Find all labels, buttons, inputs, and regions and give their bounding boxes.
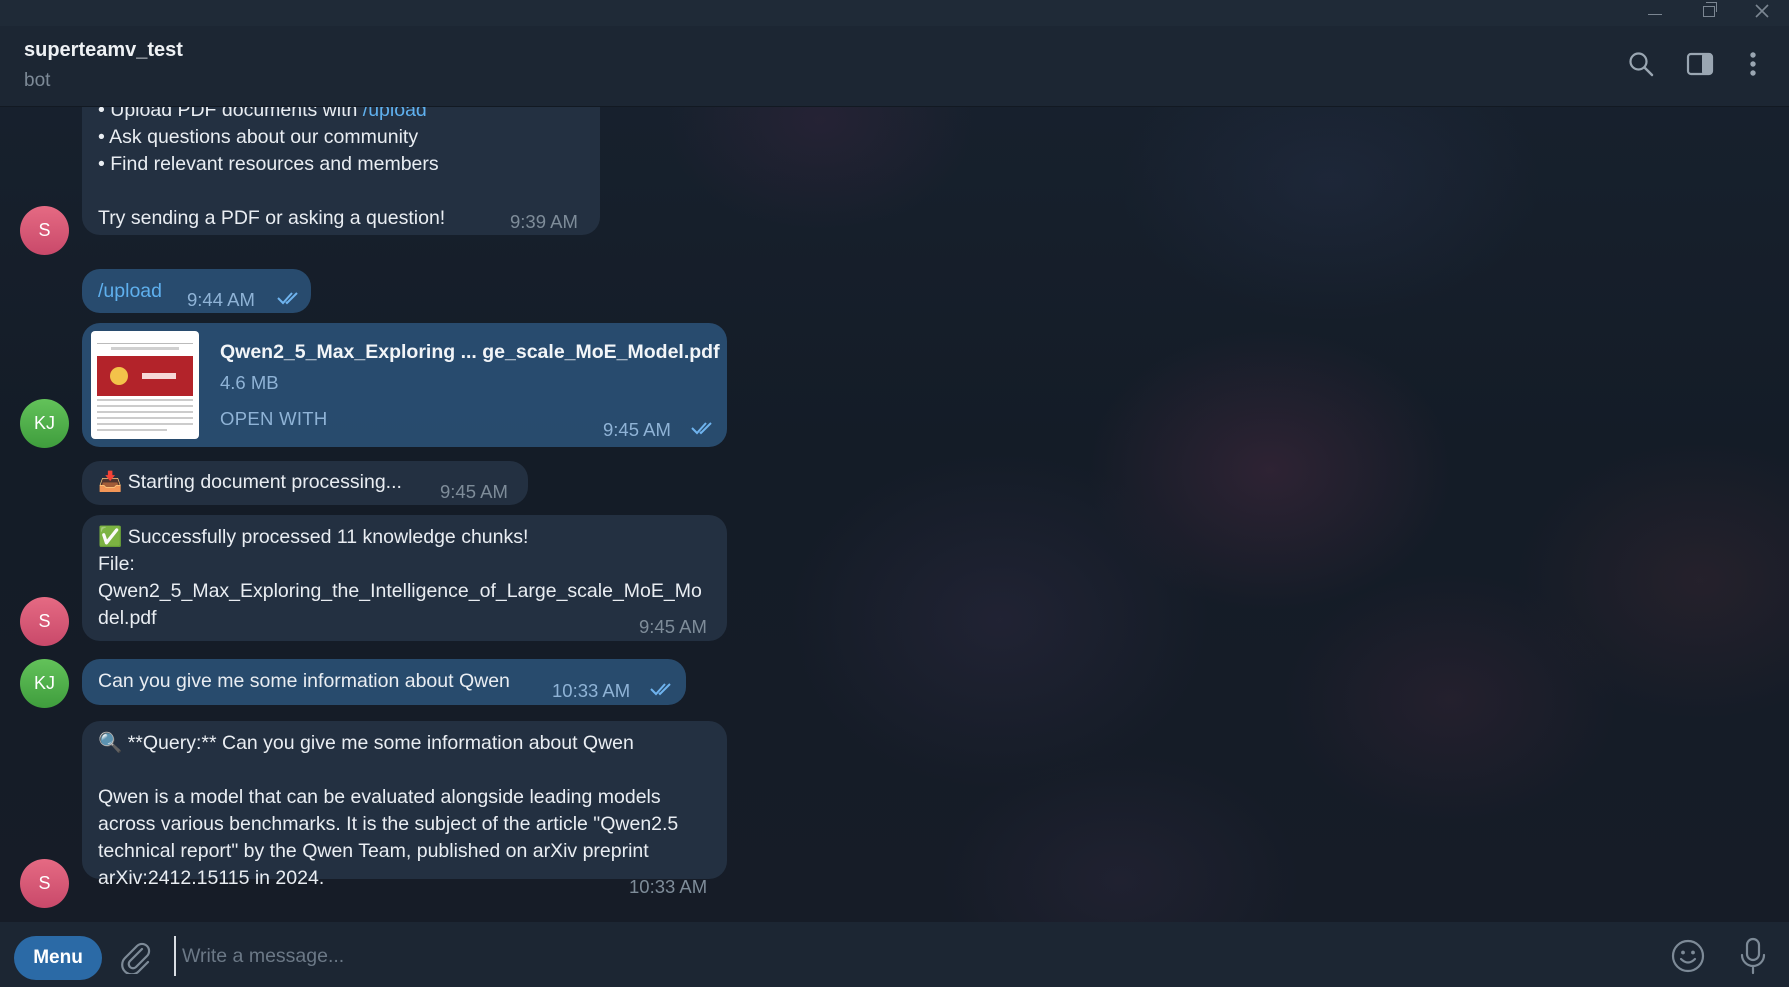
- avatar[interactable]: KJ: [20, 399, 69, 448]
- maximize-icon[interactable]: [1692, 0, 1726, 22]
- message-line: arXiv:2412.15115 in 2024.: [98, 867, 325, 889]
- avatar[interactable]: S: [20, 206, 69, 255]
- message-line: del.pdf: [98, 607, 157, 629]
- close-icon[interactable]: [1745, 0, 1779, 22]
- more-vertical-icon[interactable]: [1737, 48, 1769, 80]
- magnifier-emoji-icon: 🔍: [98, 732, 123, 754]
- message-time: 10:33 AM: [552, 680, 631, 701]
- menu-button[interactable]: Menu: [14, 936, 102, 980]
- message-line: File:: [98, 553, 135, 575]
- double-check-icon: [277, 292, 298, 305]
- message-line: 🔍 **Query:** Can you give me some inform…: [98, 730, 634, 757]
- message-line: • Upload PDF documents with /upload: [98, 107, 427, 124]
- chat-title[interactable]: superteamv_test: [24, 39, 183, 62]
- message-time: 10:33 AM: [629, 876, 708, 897]
- chat-header[interactable]: superteamv_test bot: [0, 26, 1789, 107]
- message-line: Qwen2_5_Max_Exploring_the_Intelligence_o…: [98, 580, 702, 602]
- document-thumbnail[interactable]: [91, 331, 199, 439]
- message-upload-command[interactable]: /upload 9:44 AM: [82, 269, 311, 313]
- message-line: Qwen is a model that can be evaluated al…: [98, 786, 661, 808]
- message-line: technical report" by the Qwen Team, publ…: [98, 840, 649, 862]
- upload-command-link[interactable]: /upload: [363, 107, 427, 121]
- message-text: • Upload PDF documents with: [98, 107, 363, 121]
- message-time: 9:45 AM: [440, 481, 508, 502]
- message-document[interactable]: Qwen2_5_Max_Exploring ... ge_scale_MoE_M…: [82, 323, 727, 447]
- message-processing[interactable]: 📥 Starting document processing... 9:45 A…: [82, 461, 528, 505]
- chat-status: bot: [24, 70, 51, 91]
- double-check-icon: [650, 683, 671, 696]
- search-icon[interactable]: [1625, 48, 1657, 80]
- message-composer: Menu: [0, 922, 1789, 987]
- avatar[interactable]: S: [20, 859, 69, 908]
- open-with-button[interactable]: OPEN WITH: [220, 405, 328, 432]
- minimize-icon[interactable]: [1638, 0, 1672, 22]
- message-text: Starting document processing...: [127, 471, 402, 493]
- message-line: • Ask questions about our community: [98, 126, 419, 148]
- side-panel-icon[interactable]: [1684, 48, 1716, 80]
- document-size: 4.6 MB: [220, 372, 279, 393]
- message-line: Try sending a PDF or asking a question!: [98, 207, 446, 229]
- message-text: Successfully processed 11 knowledge chun…: [127, 526, 529, 548]
- window-titlebar: [0, 0, 1789, 26]
- paperclip-icon[interactable]: [120, 940, 152, 976]
- message-time: 9:45 AM: [639, 616, 707, 637]
- message-time: 9:39 AM: [510, 211, 578, 232]
- document-name[interactable]: Qwen2_5_Max_Exploring ... ge_scale_MoE_M…: [220, 339, 720, 366]
- message-welcome[interactable]: • Upload PDF documents with /upload • As…: [82, 107, 600, 235]
- message-time: 9:44 AM: [187, 289, 255, 310]
- message-input[interactable]: [174, 936, 1624, 976]
- message-list[interactable]: • Upload PDF documents with /upload • As…: [0, 107, 1789, 922]
- message-time: 9:45 AM: [603, 419, 671, 440]
- message-text: Can you give me some information about Q…: [98, 670, 510, 692]
- message-success[interactable]: ✅ Successfully processed 11 knowledge ch…: [82, 515, 727, 641]
- message-line: ✅ Successfully processed 11 knowledge ch…: [98, 524, 528, 551]
- double-check-icon: [691, 422, 712, 435]
- message-question[interactable]: Can you give me some information about Q…: [82, 659, 686, 705]
- check-emoji-icon: ✅: [98, 526, 123, 548]
- inbox-emoji-icon: 📥: [98, 471, 123, 493]
- message-text: **Query:** Can you give me some informat…: [127, 732, 634, 754]
- message-line: 📥 Starting document processing...: [98, 469, 402, 496]
- avatar[interactable]: KJ: [20, 659, 69, 708]
- microphone-icon[interactable]: [1738, 936, 1768, 976]
- message-line: • Find relevant resources and members: [98, 153, 439, 175]
- emoji-icon[interactable]: [1670, 938, 1706, 974]
- message-line: across various benchmarks. It is the sub…: [98, 813, 679, 835]
- avatar[interactable]: S: [20, 597, 69, 646]
- upload-command-link[interactable]: /upload: [98, 278, 162, 305]
- message-answer[interactable]: 🔍 **Query:** Can you give me some inform…: [82, 721, 727, 897]
